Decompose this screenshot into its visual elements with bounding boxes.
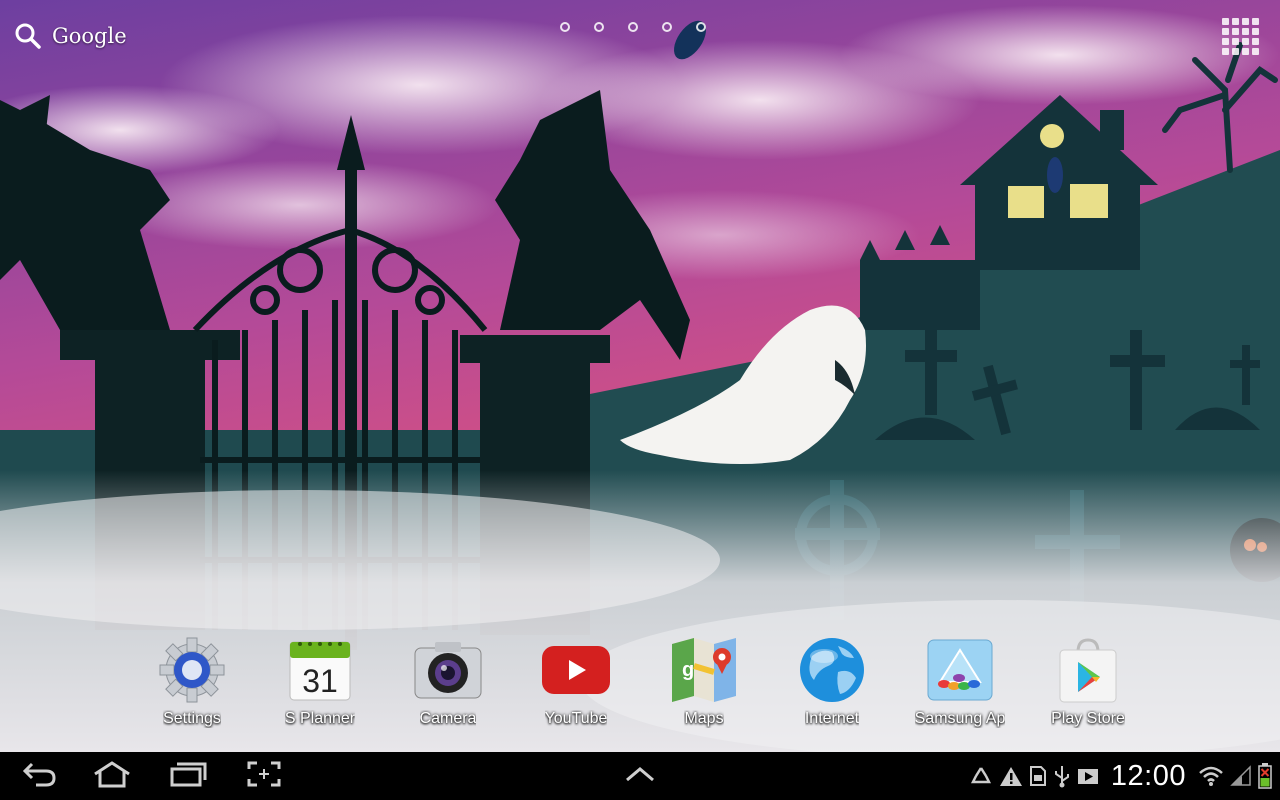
recycle-icon — [969, 765, 993, 787]
app-label: Samsung Ap — [914, 710, 1006, 727]
page-dot[interactable] — [628, 22, 638, 32]
status-area[interactable]: 12:00 — [969, 752, 1280, 800]
app-internet[interactable]: Internet — [768, 634, 896, 744]
calendar-icon: 31 — [284, 634, 356, 706]
google-search-bar[interactable]: Google — [14, 18, 127, 54]
screenshot-icon — [246, 760, 282, 792]
app-label: Play Store — [1051, 710, 1125, 727]
app-label: Settings — [163, 710, 221, 727]
back-button[interactable] — [16, 752, 64, 800]
app-maps[interactable]: g Maps — [640, 634, 768, 744]
home-page-indicator — [560, 22, 706, 32]
app-camera[interactable]: Camera — [384, 634, 512, 744]
app-label: S Planner — [284, 710, 356, 727]
home-button[interactable] — [86, 752, 138, 800]
youtube-icon — [540, 634, 612, 706]
expand-up-button[interactable] — [616, 752, 664, 800]
play-store-icon — [1052, 634, 1124, 706]
calendar-date-text: 31 — [302, 663, 338, 699]
expand-up-icon — [623, 764, 657, 788]
app-label: YouTube — [544, 710, 608, 727]
app-label: Internet — [804, 710, 860, 727]
battery-charging-icon — [1258, 763, 1272, 789]
page-dot[interactable] — [594, 22, 604, 32]
svg-text:g: g — [682, 659, 694, 681]
recent-apps-button[interactable] — [164, 752, 212, 800]
app-samsung-apps[interactable]: Samsung Ap — [896, 634, 1024, 744]
app-s-planner[interactable]: 31 S Planner — [256, 634, 384, 744]
warning-icon — [999, 765, 1023, 787]
samsung-apps-icon — [924, 634, 996, 706]
app-settings[interactable]: Settings — [128, 634, 256, 744]
google-search-label: Google — [52, 24, 127, 48]
page-dot[interactable] — [662, 22, 672, 32]
screenshot-button[interactable] — [240, 752, 288, 800]
system-bar: 12:00 — [0, 752, 1280, 800]
app-dock: Settings 31 S Planner Camera YouTube g M… — [128, 634, 1152, 744]
usb-icon — [1053, 764, 1071, 788]
camera-icon — [412, 634, 484, 706]
app-play-store[interactable]: Play Store — [1024, 634, 1152, 744]
signal-icon — [1230, 765, 1252, 787]
home-icon — [92, 760, 132, 792]
globe-icon — [796, 634, 868, 706]
app-label: Camera — [419, 710, 477, 727]
wifi-icon — [1198, 765, 1224, 787]
app-youtube[interactable]: YouTube — [512, 634, 640, 744]
app-label: Maps — [684, 710, 724, 727]
media-play-icon — [1077, 765, 1099, 787]
page-dot[interactable] — [696, 22, 706, 32]
recent-apps-icon — [168, 760, 208, 792]
page-dot[interactable] — [560, 22, 570, 32]
all-apps-button[interactable] — [1220, 16, 1260, 56]
settings-gear-icon — [156, 634, 228, 706]
maps-icon: g — [668, 634, 740, 706]
status-clock: 12:00 — [1110, 759, 1186, 792]
search-icon — [14, 22, 42, 50]
sd-card-icon — [1029, 765, 1047, 787]
back-icon — [22, 760, 58, 792]
